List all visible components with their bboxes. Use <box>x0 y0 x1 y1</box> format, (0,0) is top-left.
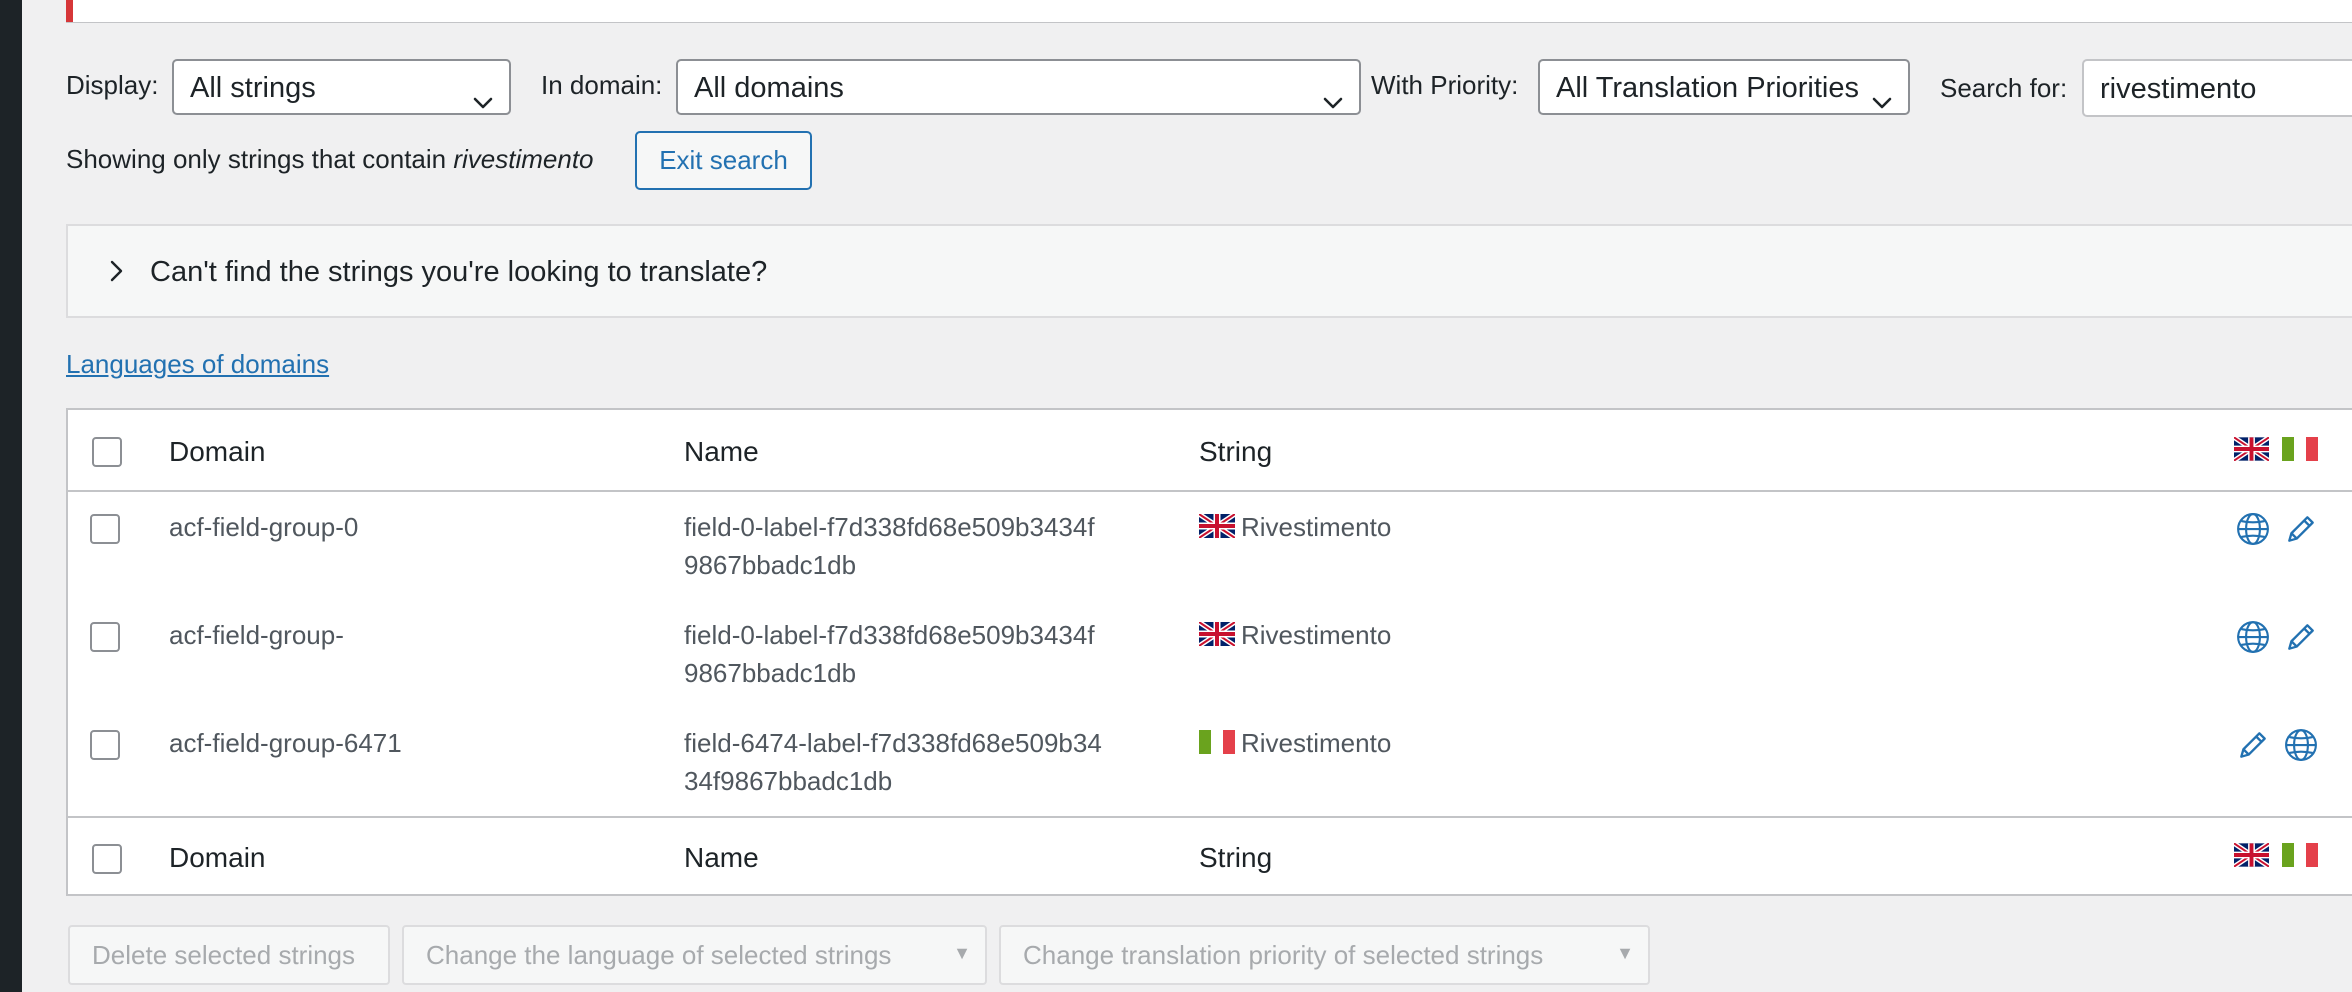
domain-label: In domain: <box>541 70 663 100</box>
row-domain: acf-field-group-6471 <box>169 728 402 758</box>
priority-select-value: All Translation Priorities <box>1556 72 1859 104</box>
globe-icon[interactable] <box>2236 512 2270 546</box>
display-select-value: All strings <box>190 72 316 104</box>
italy-flag-icon <box>2282 437 2318 461</box>
pencil-icon[interactable] <box>2284 620 2318 654</box>
row-checkbox[interactable] <box>90 514 120 544</box>
row-string-text: Rivestimento <box>1241 512 1392 542</box>
search-input-value: rivestimento <box>2100 73 2257 105</box>
chevron-down-icon <box>1870 61 1894 115</box>
row-name-line2: 9867bbadc1db <box>684 550 857 580</box>
column-footer-name[interactable]: Name <box>684 842 759 874</box>
row-name-line1: field-0-label-f7d338fd68e509b3434f <box>684 620 1095 650</box>
globe-icon[interactable] <box>2284 728 2318 762</box>
chevron-down-icon <box>1321 61 1345 115</box>
search-status-term: rivestimento <box>453 144 594 174</box>
row-string: Rivestimento <box>1199 724 1391 762</box>
row-string: Rivestimento <box>1199 616 1391 654</box>
italy-flag-icon <box>1199 730 1235 754</box>
column-footer-string[interactable]: String <box>1199 842 1272 874</box>
row-domain: acf-field-group- <box>169 620 344 650</box>
row-string: Rivestimento <box>1199 508 1391 546</box>
row-checkbox[interactable] <box>90 730 120 760</box>
domain-select-value: All domains <box>694 72 844 104</box>
globe-icon[interactable] <box>2236 620 2270 654</box>
uk-flag-icon <box>1199 622 1235 646</box>
change-priority-label: Change translation priority of selected … <box>1023 940 1544 970</box>
uk-flag-icon <box>1199 514 1235 538</box>
column-header-domain[interactable]: Domain <box>169 436 265 468</box>
header-divider <box>68 490 2352 492</box>
column-header-name[interactable]: Name <box>684 436 759 468</box>
admin-sidebar-edge <box>0 0 22 992</box>
chevron-down-icon <box>471 61 495 115</box>
dropdown-arrow-icon: ▼ <box>1616 943 1634 963</box>
change-priority-select[interactable]: Change translation priority of selected … <box>999 925 1650 985</box>
display-select[interactable]: All strings <box>172 59 511 115</box>
uk-flag-icon <box>2234 843 2269 867</box>
dropdown-arrow-icon: ▼ <box>953 943 971 963</box>
notice-accent <box>66 0 73 22</box>
uk-flag-icon <box>2234 437 2269 461</box>
change-language-label: Change the language of selected strings <box>426 940 892 970</box>
row-name-line2: 34f9867bbadc1db <box>684 766 893 796</box>
search-status-prefix: Showing only strings that contain <box>66 144 454 174</box>
pencil-icon[interactable] <box>2236 728 2270 762</box>
row-name-line1: field-0-label-f7d338fd68e509b3434f <box>684 512 1095 542</box>
search-label: Search for: <box>1940 73 2068 103</box>
exit-search-button[interactable]: Exit search <box>635 131 812 190</box>
priority-label: With Priority: <box>1371 70 1519 100</box>
help-panel[interactable]: Can't find the strings you're looking to… <box>66 224 2352 318</box>
row-checkbox[interactable] <box>90 622 120 652</box>
change-language-select[interactable]: Change the language of selected strings … <box>402 925 987 985</box>
row-name-line1: field-6474-label-f7d338fd68e509b34 <box>684 728 1102 758</box>
footer-divider <box>68 816 2352 818</box>
select-all-checkbox[interactable] <box>92 437 122 467</box>
italy-flag-icon <box>2282 843 2318 867</box>
row-string-text: Rivestimento <box>1241 620 1392 650</box>
chevron-right-icon <box>110 260 123 282</box>
row-domain: acf-field-group-0 <box>169 512 359 542</box>
help-panel-title: Can't find the strings you're looking to… <box>150 256 768 288</box>
column-header-string[interactable]: String <box>1199 436 1272 468</box>
search-status-text: Showing only strings that contain rivest… <box>66 144 594 175</box>
domain-select[interactable]: All domains <box>676 59 1361 115</box>
languages-of-domains-link[interactable]: Languages of domains <box>66 349 329 380</box>
top-notice-box <box>66 0 2352 23</box>
strings-table: Domain Name String acf-field-group-0 fie… <box>66 408 2352 896</box>
select-all-footer-checkbox[interactable] <box>92 844 122 874</box>
display-label: Display: <box>66 70 159 100</box>
priority-select[interactable]: All Translation Priorities <box>1538 59 1910 115</box>
pencil-icon[interactable] <box>2284 512 2318 546</box>
row-name-line2: 9867bbadc1db <box>684 658 857 688</box>
column-footer-domain[interactable]: Domain <box>169 842 265 874</box>
row-string-text: Rivestimento <box>1241 728 1392 758</box>
search-input[interactable]: rivestimento <box>2082 59 2352 117</box>
delete-selected-button[interactable]: Delete selected strings <box>68 925 390 985</box>
